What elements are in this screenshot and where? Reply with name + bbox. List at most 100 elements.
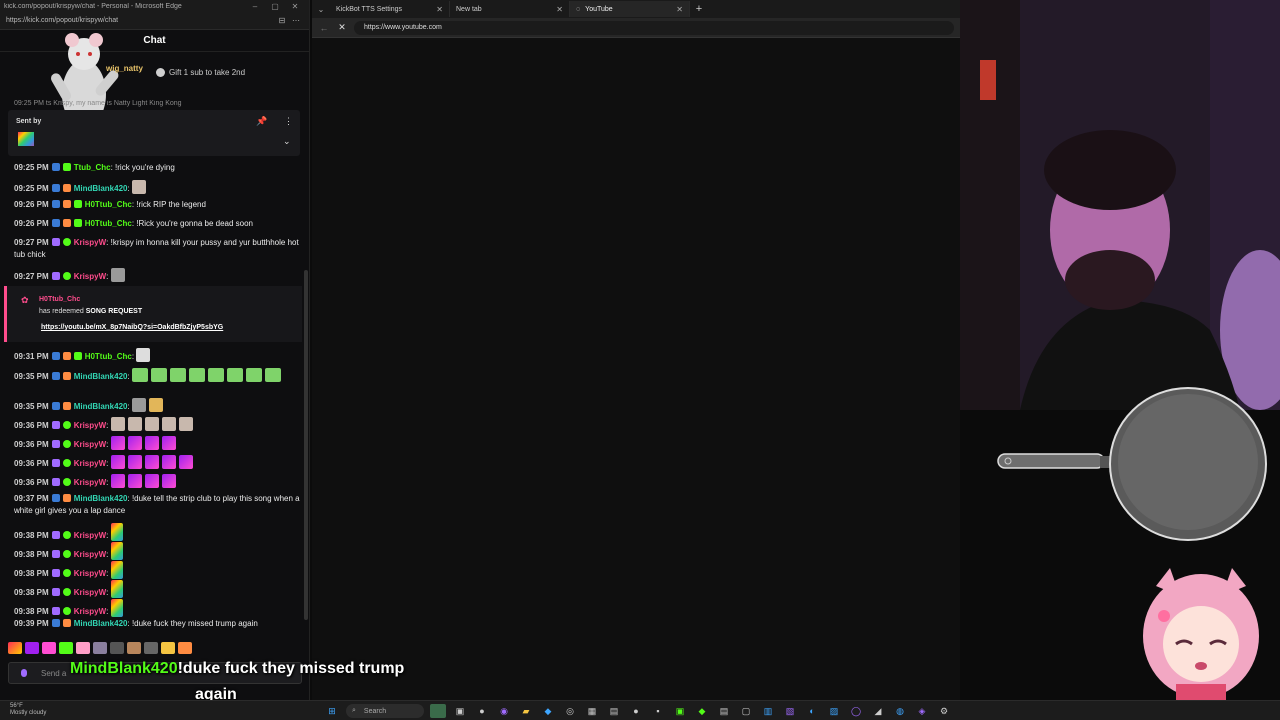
chevron-down-icon[interactable]: ⌄ bbox=[283, 136, 291, 147]
message-user[interactable]: KrispyW bbox=[74, 238, 106, 247]
message-user[interactable]: KrispyW bbox=[74, 440, 106, 449]
close-icon[interactable]: ✕ bbox=[285, 2, 305, 11]
verified-icon bbox=[62, 459, 71, 467]
app-icon[interactable]: ◯ bbox=[848, 704, 864, 718]
chat-message: 09:38 PM KrispyW: bbox=[14, 523, 300, 542]
more-options-icon[interactable]: ⋮ bbox=[284, 116, 293, 127]
message-text: !rick RIP the legend bbox=[136, 200, 206, 209]
reading-icon[interactable]: ⊟ bbox=[275, 16, 289, 25]
popout-url[interactable]: https://kick.com/popout/krispyw/chat bbox=[6, 17, 275, 24]
message-user[interactable]: H0Ttub_Chc bbox=[85, 219, 132, 228]
app-icon[interactable]: ▤ bbox=[716, 704, 732, 718]
message-user[interactable]: H0Ttub_Chc bbox=[85, 200, 132, 209]
minimize-icon[interactable]: – bbox=[245, 2, 265, 11]
emote bbox=[131, 398, 146, 412]
tab-kickbot[interactable]: KickBot TTS Settings ✕ bbox=[330, 1, 450, 17]
tab-actions-icon[interactable]: ⌄ bbox=[312, 5, 330, 14]
vtuber-avatar bbox=[1143, 568, 1259, 700]
app-icon[interactable]: ◆ bbox=[694, 704, 710, 718]
app-icon[interactable]: ▦ bbox=[584, 704, 600, 718]
back-icon[interactable]: ← bbox=[318, 23, 330, 33]
app-icon[interactable]: ◢ bbox=[870, 704, 886, 718]
message-time: 09:36 PM bbox=[14, 459, 49, 468]
message-user[interactable]: H0Ttub_Chc bbox=[85, 352, 132, 361]
message-user[interactable]: MindBlank420 bbox=[74, 619, 128, 628]
verified-icon bbox=[62, 569, 71, 577]
new-tab-button[interactable]: + bbox=[690, 3, 708, 15]
close-tab-icon[interactable]: ✕ bbox=[436, 5, 443, 14]
message-user[interactable]: MindBlank420 bbox=[74, 402, 128, 411]
maximize-icon[interactable]: ▢ bbox=[265, 2, 285, 11]
emote-button[interactable] bbox=[178, 642, 192, 654]
message-time: 09:38 PM bbox=[14, 588, 49, 597]
redeem-link[interactable]: https://youtu.be/mX_8p7NaibQ?si=OakdBfbZ… bbox=[41, 324, 223, 331]
address-bar[interactable]: https://www.youtube.com bbox=[354, 20, 954, 35]
app-icon[interactable]: ▢ bbox=[738, 704, 754, 718]
emote-button[interactable] bbox=[144, 642, 158, 654]
message-user[interactable]: KrispyW bbox=[74, 569, 106, 578]
settings-icon[interactable]: ⚙ bbox=[936, 704, 952, 718]
app-icon[interactable]: ● bbox=[628, 704, 644, 718]
app-icon[interactable]: ◐ bbox=[804, 704, 820, 718]
emote-button[interactable] bbox=[127, 642, 141, 654]
message-text: !Rick you're gonna be dead soon bbox=[136, 219, 253, 228]
emote-button[interactable] bbox=[25, 642, 39, 654]
message-user[interactable]: KrispyW bbox=[74, 272, 106, 281]
previous-message-text: ts Krispy, my name is Natty Light King K… bbox=[45, 100, 182, 107]
tab-new[interactable]: New tab ✕ bbox=[450, 1, 570, 17]
message-user[interactable]: KrispyW bbox=[74, 588, 106, 597]
tab-youtube[interactable]: ◌ YouTube ✕ bbox=[570, 1, 690, 17]
app-icon[interactable]: ◈ bbox=[914, 704, 930, 718]
app-icon[interactable]: ◆ bbox=[540, 704, 556, 718]
folder-icon[interactable]: ▰ bbox=[518, 704, 534, 718]
message-user[interactable]: KrispyW bbox=[74, 550, 106, 559]
message-user[interactable]: KrispyW bbox=[74, 531, 106, 540]
message-user[interactable]: MindBlank420 bbox=[74, 184, 128, 193]
taskbar-search[interactable]: ⌕ Search bbox=[346, 704, 424, 718]
close-tab-icon[interactable]: ✕ bbox=[556, 5, 563, 14]
edge-icon[interactable]: ◍ bbox=[892, 704, 908, 718]
message-time: 09:36 PM bbox=[14, 421, 49, 430]
chat-scrollbar[interactable] bbox=[304, 270, 308, 620]
emote-button[interactable] bbox=[42, 642, 56, 654]
emote-button[interactable] bbox=[8, 642, 22, 654]
gift-icon bbox=[156, 68, 165, 77]
app-icon[interactable]: ▧ bbox=[782, 704, 798, 718]
emote-button[interactable] bbox=[93, 642, 107, 654]
stop-icon[interactable]: ✕ bbox=[336, 22, 348, 33]
share-icon[interactable]: ⋯ bbox=[289, 16, 303, 25]
message-user[interactable]: KrispyW bbox=[74, 421, 106, 430]
redeem-user[interactable]: H0Ttub_Chc bbox=[39, 296, 80, 303]
emote-button[interactable] bbox=[76, 642, 90, 654]
task-view-icon[interactable]: ▣ bbox=[452, 704, 468, 718]
pin-icon[interactable]: 📌 bbox=[256, 116, 267, 127]
redeem-reward: SONG REQUEST bbox=[85, 308, 143, 315]
start-icon[interactable]: ⊞ bbox=[324, 704, 340, 718]
weather-widget[interactable]: 56°F Mostly cloudy bbox=[10, 703, 46, 717]
verified-icon bbox=[62, 588, 71, 596]
app-icon[interactable]: ▪ bbox=[650, 704, 666, 718]
app-icon[interactable]: ● bbox=[474, 704, 490, 718]
message-user[interactable]: MindBlank420 bbox=[74, 494, 128, 503]
emote bbox=[188, 368, 205, 382]
message-user[interactable]: KrispyW bbox=[74, 459, 106, 468]
message-user[interactable]: KrispyW bbox=[74, 478, 106, 487]
message-user[interactable]: KrispyW bbox=[74, 607, 106, 616]
widget-icon[interactable] bbox=[430, 704, 446, 718]
app-icon[interactable]: ▤ bbox=[606, 704, 622, 718]
message-user[interactable]: MindBlank420 bbox=[74, 372, 128, 381]
app-icon[interactable]: ◎ bbox=[562, 704, 578, 718]
message-user[interactable]: Ttub_Chc bbox=[74, 163, 111, 172]
emote bbox=[127, 474, 142, 488]
emote-button[interactable] bbox=[161, 642, 175, 654]
emote bbox=[264, 368, 281, 382]
app-icon[interactable]: ◉ bbox=[496, 704, 512, 718]
app-icon[interactable]: ▥ bbox=[760, 704, 776, 718]
app-icon[interactable]: ▣ bbox=[672, 704, 688, 718]
close-tab-icon[interactable]: ✕ bbox=[676, 5, 683, 14]
gift-sub-button[interactable]: Gift 1 sub to take 2nd bbox=[156, 68, 245, 77]
emote-button[interactable] bbox=[59, 642, 73, 654]
tab-label: YouTube bbox=[585, 5, 613, 13]
app-icon[interactable]: ▨ bbox=[826, 704, 842, 718]
emote-button[interactable] bbox=[110, 642, 124, 654]
